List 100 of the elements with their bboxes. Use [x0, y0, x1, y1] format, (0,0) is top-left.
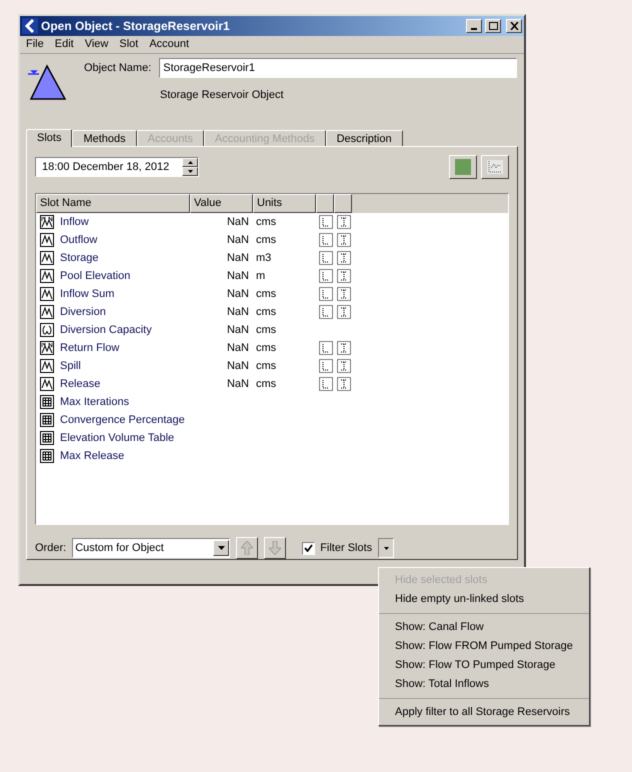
object-name-field[interactable]: StorageReservoir1 — [159, 58, 518, 78]
series-slot-icon — [40, 359, 54, 373]
column-header[interactable]: Slot Name — [36, 194, 190, 213]
plot-icon — [487, 160, 503, 174]
output-flag-icon — [337, 377, 351, 391]
table-icon — [40, 413, 54, 427]
window-title: Open Object - StorageReservoir1 — [41, 18, 231, 35]
maximize-button[interactable] — [485, 19, 501, 33]
value-cell: NaN — [226, 216, 249, 228]
order-dropdown[interactable]: Custom for Object — [72, 538, 230, 558]
input-flag-icon — [319, 359, 333, 373]
input-flag-icon — [319, 269, 333, 283]
value-cell: NaN — [226, 234, 249, 246]
menu-item[interactable]: Hide empty un-linked slots — [379, 590, 589, 609]
units-cell: m — [256, 270, 266, 282]
spin-up-icon — [182, 158, 198, 167]
menu-item[interactable]: Show: Canal Flow — [379, 618, 589, 637]
menu-item[interactable]: Show: Flow TO Pumped Storage — [379, 656, 589, 675]
slot-name-cell-text: Inflow Sum — [60, 286, 114, 302]
menu-item[interactable]: Slot — [119, 36, 138, 53]
slot-name-cell-text: Return Flow — [60, 340, 120, 356]
value-cell: NaN — [226, 342, 249, 354]
tab[interactable]: Description — [326, 130, 403, 146]
slot-name-cell-text: Storage — [60, 250, 99, 266]
units-cell: cms — [256, 360, 276, 372]
output-flag-icon — [337, 341, 351, 355]
value-cell: NaN — [226, 324, 249, 336]
input-flag-icon — [319, 233, 333, 247]
input-flag-icon — [319, 287, 333, 301]
input-flag-icon — [319, 341, 333, 355]
object-type-text: Storage Reservoir Object — [160, 88, 284, 103]
date-spinner[interactable]: 18:00 December 18, 2012 — [35, 157, 199, 177]
close-button[interactable] — [506, 19, 522, 33]
menu-item[interactable]: Show: Flow FROM Pumped Storage — [379, 637, 589, 656]
object-name-label: Object Name: — [84, 60, 152, 76]
tab[interactable]: Slots — [26, 129, 72, 147]
tab[interactable]: Methods — [72, 130, 137, 146]
table-icon — [40, 395, 54, 409]
column-header[interactable] — [316, 194, 334, 213]
up-arrow-icon — [241, 541, 254, 555]
menu-item[interactable]: View — [84, 36, 108, 53]
filter-menu-button[interactable] — [378, 538, 394, 558]
series-slot-icon — [40, 377, 54, 391]
menu-item[interactable]: File — [26, 36, 44, 53]
color-button[interactable] — [449, 155, 477, 179]
units-cell: m3 — [256, 252, 272, 264]
spin-down-icon — [182, 167, 198, 176]
menu-item[interactable]: Apply filter to all Storage Reservoirs — [379, 703, 589, 722]
filter-slots-label: Filter Slots — [320, 540, 372, 556]
order-label: Order: — [35, 540, 66, 556]
slot-name-cell-text: Elevation Volume Table — [60, 430, 174, 446]
units-cell: cms — [256, 234, 276, 246]
table-icon — [40, 449, 54, 463]
column-header[interactable]: Units — [253, 194, 316, 213]
series-slot-icon — [40, 233, 54, 247]
column-header[interactable]: Value — [190, 194, 253, 213]
series-slot-icon — [40, 287, 54, 301]
slot-name-cell-text: Inflow — [60, 214, 89, 230]
series-slot-icon — [40, 251, 54, 265]
slot-name-cell-text: Convergence Percentage — [60, 412, 185, 428]
plot-button[interactable] — [481, 155, 509, 179]
close-icon — [510, 22, 518, 30]
slot-name-cell-text: Diversion — [60, 304, 106, 320]
color-swatch-icon — [455, 159, 471, 175]
minimize-button[interactable] — [466, 19, 482, 33]
move-down-button[interactable] — [264, 537, 286, 559]
units-cell: cms — [256, 216, 276, 228]
maximize-icon — [488, 22, 498, 30]
input-flag-icon — [319, 305, 333, 319]
value-cell: NaN — [226, 288, 249, 300]
filter-slots-checkbox[interactable] — [302, 542, 316, 554]
units-cell: cms — [256, 378, 276, 390]
slot-name-cell-text: Max Iterations — [60, 394, 130, 410]
series-slot-icon — [40, 215, 54, 229]
value-cell: NaN — [226, 306, 249, 318]
output-flag-icon — [337, 359, 351, 373]
column-header[interactable] — [334, 194, 352, 213]
output-flag-icon — [337, 305, 351, 319]
slot-name-cell-text: Spill — [60, 358, 81, 374]
move-up-button[interactable] — [236, 537, 258, 559]
menu-item[interactable]: Account — [149, 36, 190, 53]
slot-name-cell-text: Pool Elevation — [60, 268, 130, 284]
slot-name-cell-text: Outflow — [60, 232, 98, 248]
units-cell: cms — [256, 324, 276, 336]
value-cell: NaN — [226, 378, 249, 390]
scalar-slot-icon — [40, 323, 54, 337]
output-flag-icon — [337, 269, 351, 283]
value-cell: NaN — [226, 360, 249, 372]
value-cell: NaN — [226, 252, 249, 264]
input-flag-icon — [319, 215, 333, 229]
down-arrow-icon — [269, 541, 282, 555]
value-cell: NaN — [226, 270, 249, 282]
caret-icon — [384, 546, 389, 550]
units-cell: cms — [256, 342, 276, 354]
menu-item[interactable]: Edit — [54, 36, 74, 53]
units-cell: cms — [256, 288, 276, 300]
output-flag-icon — [337, 233, 351, 247]
menu-item[interactable]: Show: Total Inflows — [379, 675, 589, 694]
app-logo-icon — [22, 18, 38, 34]
input-flag-icon — [319, 251, 333, 265]
